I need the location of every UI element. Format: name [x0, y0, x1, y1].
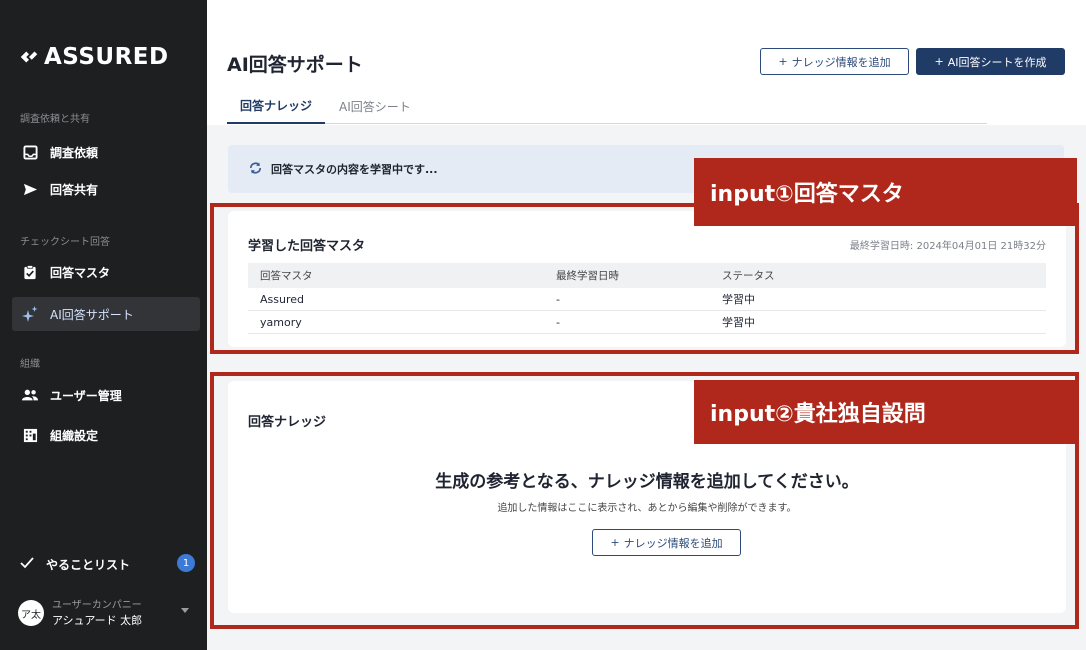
create-ai-sheet-label: AI回答シートを作成 — [947, 55, 1047, 69]
page-title: AI回答サポート — [227, 54, 363, 76]
section-label-organization: 組織 — [20, 359, 40, 370]
sidebar-item-org-settings[interactable]: 組織設定 — [12, 418, 200, 452]
user-company: ユーザーカンパニー — [52, 600, 142, 611]
checkmark-icon — [20, 557, 34, 572]
sidebar-item-label: 回答共有 — [50, 182, 99, 197]
users-icon — [22, 387, 38, 403]
building-icon — [22, 427, 38, 443]
plus-icon: + — [934, 55, 944, 68]
plus-icon: + — [778, 55, 788, 68]
section-label-checksheet: チェックシート回答 — [20, 237, 110, 248]
sidebar-item-ai-answer-support[interactable]: AI回答サポート — [12, 297, 200, 331]
sidebar-item-label: 回答マスタ — [50, 265, 111, 280]
clipboard-check-icon — [22, 264, 38, 280]
add-knowledge-button[interactable]: + ナレッジ情報を追加 — [760, 48, 909, 75]
tab-ai-answer-sheet[interactable]: AI回答シート — [339, 88, 411, 124]
annotation-label-input2: input②貴社独自設問 — [694, 380, 1077, 444]
inbox-icon — [22, 144, 38, 160]
sidebar-item-label: 調査依頼 — [50, 145, 99, 160]
todo-label: やることリスト — [46, 558, 131, 572]
caret-down-icon — [181, 608, 189, 613]
annotation-label-input1: input①回答マスタ — [694, 158, 1077, 226]
sync-icon — [248, 161, 263, 178]
tab-bar: 回答ナレッジ AI回答シート — [227, 88, 987, 124]
sidebar: ASSURED 調査依頼と共有 調査依頼 回答共有 チェックシート回答 回答マス… — [0, 0, 207, 650]
learning-status-text: 回答マスタの内容を学習中です... — [271, 163, 438, 176]
sidebar-item-user-management[interactable]: ユーザー管理 — [12, 378, 200, 412]
section-label-requests: 調査依頼と共有 — [20, 114, 90, 125]
user-name: アシュアード 太郎 — [52, 614, 143, 627]
sidebar-item-label: 組織設定 — [50, 428, 99, 443]
sidebar-item-answer-share[interactable]: 回答共有 — [12, 172, 200, 206]
add-knowledge-label: ナレッジ情報を追加 — [791, 55, 891, 69]
avatar: ア太 — [18, 600, 44, 626]
todo-count-badge: 1 — [177, 554, 195, 572]
sidebar-item-answer-master[interactable]: 回答マスタ — [12, 255, 200, 289]
sidebar-item-label: ユーザー管理 — [50, 388, 122, 403]
tab-answer-knowledge[interactable]: 回答ナレッジ — [227, 88, 325, 124]
create-ai-sheet-button[interactable]: + AI回答シートを作成 — [916, 48, 1065, 75]
user-menu[interactable]: ア太 ユーザーカンパニー アシュアード 太郎 — [18, 598, 193, 628]
send-icon — [22, 181, 38, 197]
sidebar-item-label: AI回答サポート — [50, 307, 134, 322]
assured-logo-icon — [20, 51, 38, 63]
sparkle-icon — [22, 306, 38, 322]
logo-text: ASSURED — [44, 44, 169, 70]
sidebar-item-survey-request[interactable]: 調査依頼 — [12, 135, 200, 169]
todo-list-link[interactable]: やることリスト 1 — [20, 554, 195, 573]
logo[interactable]: ASSURED — [18, 44, 169, 70]
